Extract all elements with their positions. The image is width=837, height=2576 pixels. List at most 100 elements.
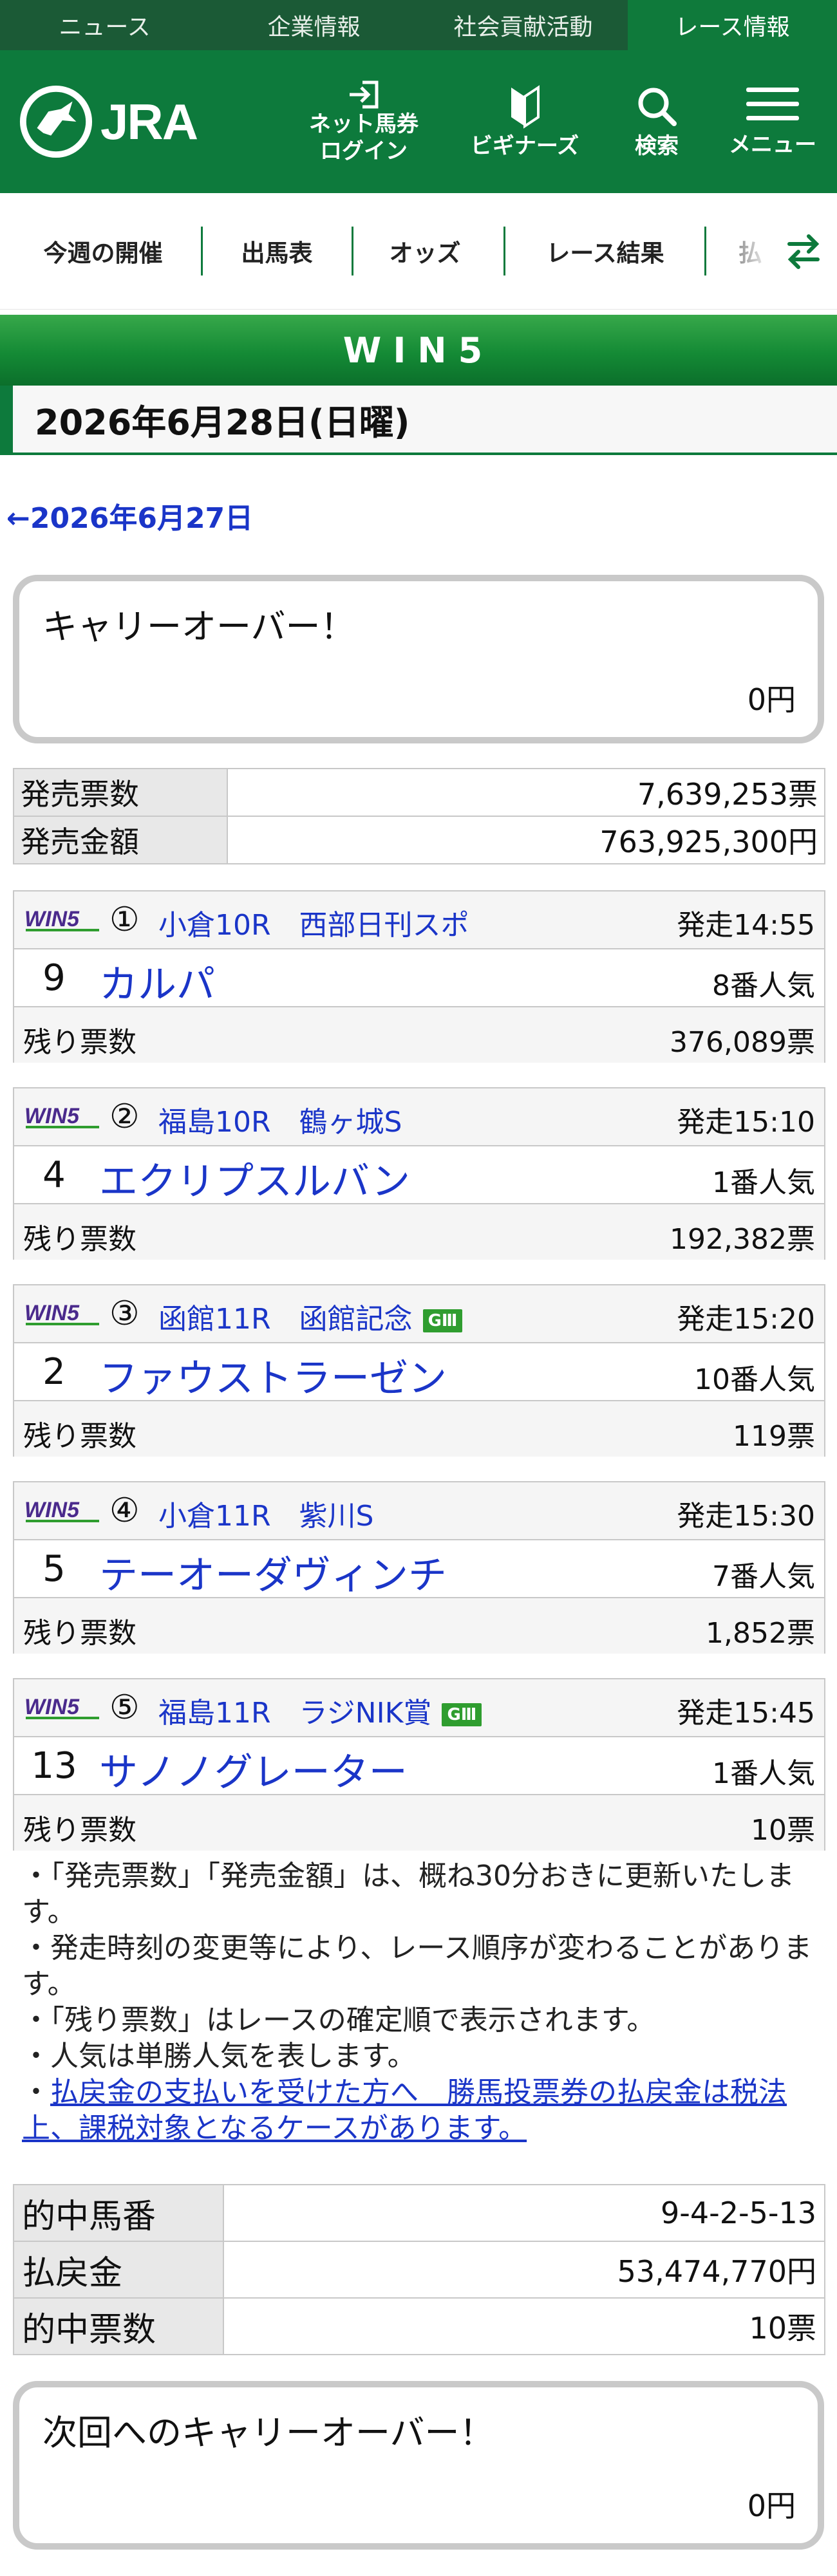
race-name: 福島11R ラジNIK賞 — [158, 1697, 432, 1730]
popularity: 10番人気 — [694, 1363, 815, 1396]
tab-results[interactable]: レース結果 — [515, 227, 695, 275]
race-name: 小倉11R 紫川S — [158, 1500, 374, 1533]
table-row: 払戻金 53,474,770円 — [13, 2241, 825, 2299]
leg-number: ③ — [109, 1294, 140, 1333]
race-leg-1: WIN5 ① 小倉10R 西部日刊スポ 発走14:55 9 カルパ 8番人気 残… — [13, 890, 825, 1063]
popularity: 1番人気 — [712, 1166, 815, 1199]
leg-number: ④ — [109, 1491, 140, 1530]
note-text: ・発走時刻の変更等により、レース順序が変わることがあります。 — [22, 1932, 813, 2001]
topnav-news[interactable]: ニュース — [0, 0, 209, 50]
horse-number: 2 — [42, 1351, 66, 1393]
tab-divider — [503, 227, 505, 275]
beginners-label: ビギナーズ — [470, 133, 579, 159]
table-row: 的中票数 10票 — [13, 2297, 825, 2355]
race-name-link[interactable]: 福島10R 鶴ヶ城S — [158, 1099, 402, 1140]
tab-this-week[interactable]: 今週の開催 — [26, 227, 180, 275]
jra-logo[interactable]: JRA — [18, 84, 288, 160]
tab-odds[interactable]: オッズ — [361, 227, 489, 275]
svg-text:WIN5: WIN5 — [24, 1301, 80, 1325]
result-table: 的中馬番 9-4-2-5-13 払戻金 53,474,770円 的中票数 10票 — [13, 2184, 825, 2355]
note-text: ・「発売票数」「発売金額」は、概ね30分おきに更新いたします。 — [22, 1860, 795, 1928]
carryover-title: キャリーオーバー！ — [42, 606, 355, 647]
race-name-link[interactable]: 函館11R 函館記念 GⅢ — [158, 1296, 463, 1337]
tab-divider — [704, 227, 706, 275]
menu-label: メニュー — [729, 132, 816, 158]
topnav-social[interactable]: 社会貢献活動 — [418, 0, 628, 50]
note-text: ・払戻金の支払いを受けた方へ 勝馬投票券の払戻金は税法上、課税対象となるケースが… — [22, 2075, 820, 2147]
race-name-link[interactable]: 小倉11R 紫川S — [158, 1493, 374, 1534]
win5-logo-icon: WIN5 — [24, 1695, 99, 1719]
table-row: 的中馬番 9-4-2-5-13 — [13, 2184, 825, 2242]
race-list: WIN5 ① 小倉10R 西部日刊スポ 発走14:55 9 カルパ 8番人気 残… — [0, 890, 837, 1851]
login-label-1: ネット馬券 — [309, 111, 418, 137]
note-bullet: ・ — [22, 2076, 50, 2109]
horse-name-link[interactable]: テーオーダヴィンチ — [99, 1544, 447, 1600]
winning-tickets-label: 的中票数 — [13, 2297, 224, 2355]
tax-notice-link[interactable]: 払戻金の支払いを受けた方へ 勝馬投票券の払戻金は税法上、課税対象となるケースがあ… — [22, 2076, 787, 2145]
next-carryover-box: 次回へのキャリーオーバー！ 0円 — [13, 2381, 824, 2550]
tab-divider — [352, 227, 353, 275]
horse-number: 9 — [42, 957, 66, 999]
table-row: 発売票数 7,639,253票 — [13, 768, 825, 817]
start-time: 発走15:30 — [677, 1500, 815, 1533]
win5-logo-icon: WIN5 — [24, 907, 99, 931]
winning-numbers-label: 的中馬番 — [13, 2184, 224, 2242]
remaining-label: 残り票数 — [23, 1026, 136, 1059]
note-text: ・人気は単勝人気を表します。 — [22, 2040, 416, 2073]
svg-text:WIN5: WIN5 — [24, 1498, 80, 1522]
horse-number: 5 — [42, 1548, 66, 1590]
menu-button[interactable]: メニュー — [721, 50, 824, 193]
race-name-link[interactable]: 福島11R ラジNIK賞 GⅢ — [158, 1690, 482, 1731]
beginners-button[interactable]: ビギナーズ — [464, 50, 586, 193]
svg-text:WIN5: WIN5 — [24, 1695, 80, 1719]
grade-badge: GⅢ — [422, 1309, 463, 1332]
win5-banner: WIN5 — [0, 315, 837, 386]
win5-logo-icon: WIN5 — [24, 1104, 99, 1128]
race-leg-4: WIN5 ④ 小倉11R 紫川S 発走15:30 5 テーオーダヴィンチ 7番人… — [13, 1481, 825, 1654]
winning-tickets-value: 10票 — [223, 2297, 825, 2355]
logo-text: JRA — [100, 93, 198, 150]
sales-count-value: 7,639,253票 — [227, 768, 825, 817]
remaining-label: 残り票数 — [23, 1814, 136, 1847]
remaining-votes: 376,089票 — [670, 1026, 815, 1059]
top-nav: ニュース 企業情報 社会貢献活動 レース情報 — [0, 0, 837, 50]
win5-logo-icon: WIN5 — [24, 1301, 99, 1325]
search-button[interactable]: 検索 — [618, 50, 695, 193]
remaining-votes: 1,852票 — [706, 1617, 815, 1650]
remaining-votes: 10票 — [751, 1814, 815, 1847]
win5-logo-icon: WIN5 — [24, 1498, 99, 1522]
race-name: 函館11R 函館記念 — [158, 1303, 413, 1336]
leg-number: ⑤ — [109, 1688, 140, 1727]
remaining-votes: 119票 — [733, 1420, 815, 1453]
table-row: 発売金額 763,925,300円 — [13, 816, 825, 864]
horse-name-link[interactable]: ファウストラーゼン — [99, 1347, 447, 1403]
leg-number: ① — [109, 901, 140, 939]
race-name: 福島10R 鶴ヶ城S — [158, 1106, 402, 1139]
horse-name-link[interactable]: エクリプスルバン — [99, 1150, 410, 1206]
tab-entries[interactable]: 出馬表 — [212, 227, 341, 275]
topnav-race-info[interactable]: レース情報 — [628, 0, 837, 50]
popularity: 7番人気 — [712, 1560, 815, 1593]
note-text: ・「残り票数」はレースの確定順で表示されます。 — [22, 2004, 655, 2037]
svg-text:WIN5: WIN5 — [24, 907, 80, 931]
sales-table: 発売票数 7,639,253票 発売金額 763,925,300円 — [13, 768, 825, 864]
leg-number: ② — [109, 1097, 140, 1136]
start-time: 発走15:10 — [677, 1106, 815, 1139]
horse-name-link[interactable]: サノノグレーター — [99, 1741, 408, 1797]
next-carryover-amount: 0円 — [747, 2488, 796, 2523]
swap-arrows-icon[interactable] — [784, 229, 823, 274]
horse-name-link[interactable]: カルパ — [99, 953, 215, 1009]
topnav-corporate[interactable]: 企業情報 — [209, 0, 418, 50]
start-time: 発走15:20 — [677, 1303, 815, 1336]
login-label-2: ログイン — [320, 138, 408, 164]
net-login-button[interactable]: ネット馬券 ログイン — [303, 50, 425, 193]
carryover-amount: 0円 — [747, 682, 796, 717]
remaining-label: 残り票数 — [23, 1420, 136, 1453]
next-carryover-title: 次回へのキャリーオーバー！ — [42, 2413, 494, 2453]
sales-amount-label: 発売金額 — [13, 816, 228, 864]
page-title: 2026年6月28日(日曜) — [0, 386, 837, 455]
winning-numbers-value: 9-4-2-5-13 — [223, 2184, 825, 2242]
race-name-link[interactable]: 小倉10R 西部日刊スポ — [158, 902, 469, 943]
prev-date-link[interactable]: ←2026年6月27日 — [6, 495, 837, 536]
site-header: JRA ネット馬券 ログイン ビギナーズ 検索 メニュー — [0, 50, 837, 193]
